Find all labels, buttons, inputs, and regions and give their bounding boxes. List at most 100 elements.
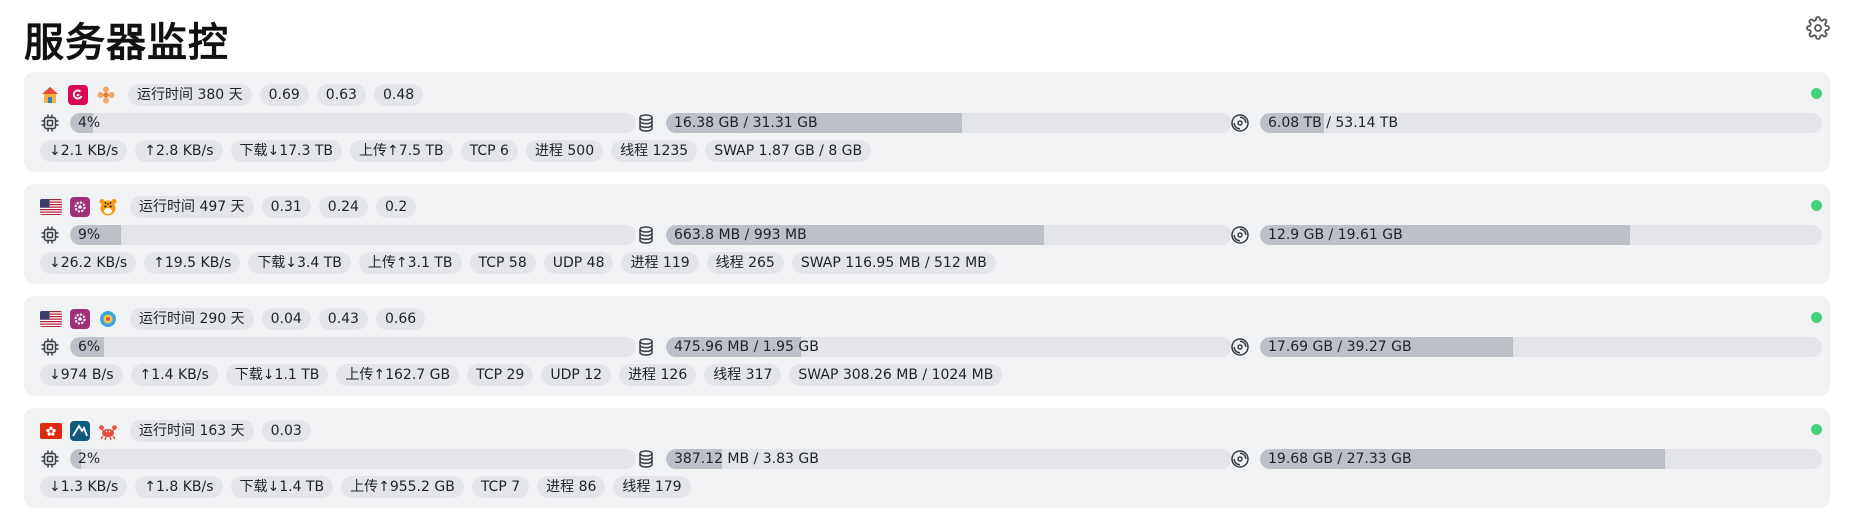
cpu-usage-bar: 4% (70, 113, 636, 133)
server-header: 运行时间 163 天 0.03 (40, 420, 319, 442)
load-average-badge: 0.03 (261, 420, 311, 442)
load-average-badge: 0.69 (259, 84, 309, 106)
stat-badge: TCP 7 (471, 476, 530, 498)
memory-icon (636, 337, 656, 357)
resource-meters: 2% 387.12 MB / 3.83 GB 19.68 GB / 27.33 GB (40, 448, 1822, 470)
home-icon (40, 85, 60, 105)
disk-icon (1230, 337, 1250, 357)
stat-badge: 进程 126 (619, 364, 697, 386)
server-icons (40, 197, 118, 217)
sphere-icon (98, 309, 118, 329)
stat-badge: 进程 86 (537, 476, 606, 498)
load-average-badge: 0.66 (375, 308, 426, 330)
cpu-usage-bar: 6% (70, 337, 636, 357)
alpine-icon (70, 421, 90, 441)
load-average-badge: 0.48 (373, 84, 424, 106)
stat-badge: 下载↓1.1 TB (225, 364, 329, 386)
server-stats: ↓26.2 KB/s ↑19.5 KB/s 下载↓3.4 TB 上传↑3.1 TB TC… (40, 252, 1004, 274)
memory-usage-bar-label: 16.38 GB / 31.31 GB (674, 115, 818, 131)
disk-icon (1230, 449, 1250, 469)
memory-usage-bar: 475.96 MB / 1.95 GB (666, 337, 1232, 357)
debian-icon (68, 85, 88, 105)
cpu-usage-bar: 9% (70, 225, 636, 245)
stat-badge: 上传↑955.2 GB (341, 476, 464, 498)
server-list: 运行时间 380 天 0.69 0.63 0.48 4% 16.38 GB / 31.31… (24, 72, 1830, 516)
stat-badge: 下载↓1.4 TB (230, 476, 334, 498)
mem-meter: 387.12 MB / 3.83 GB (636, 448, 1232, 470)
server-stats: ↓974 B/s ↑1.4 KB/s 下载↓1.1 TB 上传↑162.7 GB TCP… (40, 364, 1010, 386)
uptime-badge: 运行时间 290 天 (130, 308, 254, 330)
page-title: 服务器监控 (24, 20, 229, 66)
stat-badge: 进程 119 (621, 252, 699, 274)
settings-app-icon (70, 197, 90, 217)
disk-icon (1230, 113, 1250, 133)
load-average-badge: 0.24 (318, 196, 368, 218)
cpu-usage-bar-label: 9% (78, 227, 101, 243)
server-header: 运行时间 497 天 0.31 0.24 0.2 (40, 196, 424, 218)
stat-badge: 下载↓17.3 TB (230, 140, 343, 162)
online-status-dot (1811, 88, 1822, 99)
server-card[interactable]: 运行时间 380 天 0.69 0.63 0.48 4% 16.38 GB / 31.31… (24, 72, 1830, 172)
crab-icon (98, 421, 118, 441)
cpu-usage-bar: 2% (70, 449, 636, 469)
disk-usage-bar: 6.08 TB / 53.14 TB (1260, 113, 1822, 133)
disk-usage-bar: 17.69 GB / 39.27 GB (1260, 337, 1822, 357)
load-average-badge: 0.43 (318, 308, 368, 330)
stat-badge: TCP 6 (460, 140, 518, 162)
server-stats: ↓1.3 KB/s ↑1.8 KB/s 下载↓1.4 TB 上传↑955.2 GB TC… (40, 476, 699, 498)
cpu-meter: 2% (40, 448, 636, 470)
server-icons (40, 421, 118, 441)
load-average-badge: 0.2 (375, 196, 417, 218)
stat-badge: 线程 317 (704, 364, 782, 386)
cpu-meter: 6% (40, 336, 636, 358)
stat-badge: 上传↑162.7 GB (336, 364, 460, 386)
cpu-usage-bar-label: 6% (78, 339, 101, 355)
stat-badge: ↓2.1 KB/s (40, 140, 128, 162)
load-average-badge: 0.31 (261, 196, 311, 218)
online-status-dot (1811, 312, 1822, 323)
cpu-icon (40, 113, 60, 133)
stat-badge: ↓26.2 KB/s (40, 252, 137, 274)
flower-icon (96, 85, 116, 105)
hk-flag-icon (40, 423, 62, 439)
gear-icon[interactable] (1806, 16, 1830, 40)
stat-badge: SWAP 308.26 MB / 1024 MB (789, 364, 1003, 386)
uptime-badge: 运行时间 497 天 (130, 196, 254, 218)
server-card[interactable]: 运行时间 163 天 0.03 2% 387.12 MB / 3.83 GB 19.68… (24, 408, 1830, 508)
stat-badge: 线程 179 (613, 476, 691, 498)
online-status-dot (1811, 424, 1822, 435)
stat-badge: ↑1.8 KB/s (135, 476, 223, 498)
settings-app-icon (70, 309, 90, 329)
server-icons (40, 309, 118, 329)
memory-icon (636, 449, 656, 469)
disk-meter: 12.9 GB / 19.61 GB (1230, 224, 1822, 246)
load-average-badge: 0.04 (261, 308, 311, 330)
stat-badge: UDP 12 (541, 364, 612, 386)
disk-usage-bar-label: 19.68 GB / 27.33 GB (1268, 451, 1412, 467)
mem-meter: 475.96 MB / 1.95 GB (636, 336, 1232, 358)
disk-usage-bar: 19.68 GB / 27.33 GB (1260, 449, 1822, 469)
server-stats: ↓2.1 KB/s ↑2.8 KB/s 下载↓17.3 TB 上传↑7.5 TB TCP… (40, 140, 879, 162)
memory-icon (636, 113, 656, 133)
stat-badge: TCP 58 (469, 252, 536, 274)
server-card[interactable]: 运行时间 290 天 0.04 0.43 0.66 6% 475.96 MB / 1.95… (24, 296, 1830, 396)
memory-usage-bar-label: 663.8 MB / 993 MB (674, 227, 807, 243)
mem-meter: 16.38 GB / 31.31 GB (636, 112, 1232, 134)
online-status-dot (1811, 200, 1822, 211)
memory-usage-bar: 16.38 GB / 31.31 GB (666, 113, 1232, 133)
stat-badge: 线程 265 (706, 252, 784, 274)
disk-meter: 17.69 GB / 39.27 GB (1230, 336, 1822, 358)
server-card[interactable]: 运行时间 497 天 0.31 0.24 0.2 9% 663.8 MB / 993 MB… (24, 184, 1830, 284)
us-flag-icon (40, 199, 62, 215)
resource-meters: 4% 16.38 GB / 31.31 GB 6.08 TB / 53.14 TB (40, 112, 1822, 134)
disk-meter: 6.08 TB / 53.14 TB (1230, 112, 1822, 134)
memory-usage-bar-label: 475.96 MB / 1.95 GB (674, 339, 819, 355)
us-flag-icon (40, 311, 62, 327)
stat-badge: 上传↑3.1 TB (358, 252, 462, 274)
disk-usage-bar-label: 6.08 TB / 53.14 TB (1268, 115, 1399, 131)
uptime-badge: 运行时间 163 天 (130, 420, 254, 442)
memory-usage-bar: 663.8 MB / 993 MB (666, 225, 1232, 245)
load-average-badge: 0.63 (316, 84, 366, 106)
stat-badge: SWAP 1.87 GB / 8 GB (705, 140, 872, 162)
stat-badge: UDP 48 (543, 252, 614, 274)
